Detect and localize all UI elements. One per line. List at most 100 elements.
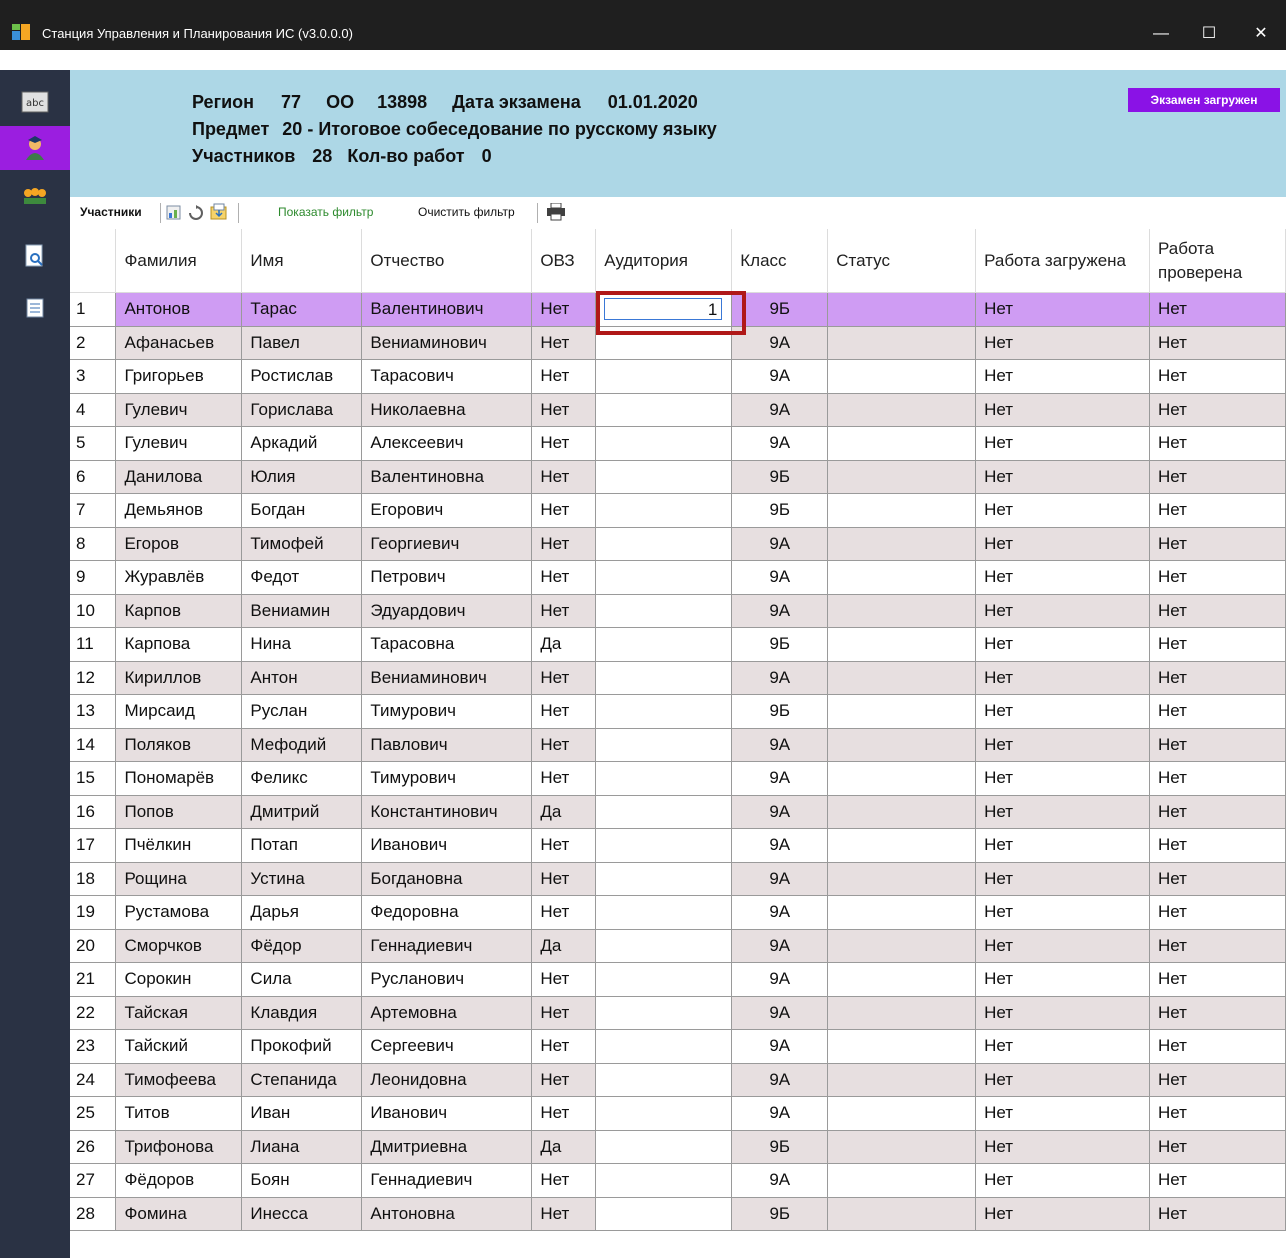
status-cell[interactable] [827, 292, 977, 327]
status-cell[interactable] [827, 1029, 977, 1064]
status-cell[interactable] [827, 929, 977, 963]
ovz-cell[interactable]: Да [531, 795, 597, 829]
name-cell[interactable]: Юлия [241, 460, 363, 494]
auditorium-cell[interactable] [595, 1029, 733, 1064]
column-header-patronymic[interactable]: Отчество [361, 229, 533, 293]
table-row[interactable]: 26 Трифонова Лиана Дмитриевна Да 9Б Нет Нет [70, 1130, 1286, 1164]
patronymic-cell[interactable]: Тимурович [361, 761, 533, 796]
auditorium-cell[interactable] [595, 996, 733, 1030]
column-header-ovz[interactable]: ОВЗ [531, 229, 597, 293]
class-cell[interactable]: 9А [731, 996, 829, 1030]
surname-cell[interactable]: Фёдоров [115, 1163, 243, 1198]
work-uploaded-cell[interactable]: Нет [975, 862, 1150, 896]
work-checked-cell[interactable]: Нет [1149, 292, 1286, 327]
table-row[interactable]: 6 Данилова Юлия Валентиновна Нет 9Б Нет Нет [70, 460, 1286, 494]
surname-cell[interactable]: Карпова [115, 627, 243, 662]
work-checked-cell[interactable]: Нет [1149, 728, 1286, 762]
patronymic-cell[interactable]: Федоровна [361, 895, 533, 930]
name-cell[interactable]: Сила [241, 962, 363, 997]
patronymic-cell[interactable]: Тимурович [361, 694, 533, 729]
table-row[interactable]: 13 Мирсаид Руслан Тимурович Нет 9Б Нет Нет [70, 694, 1286, 729]
status-cell[interactable] [827, 996, 977, 1030]
sidebar-item-abc[interactable]: abc [0, 80, 70, 124]
maximize-button[interactable]: ☐ [1186, 17, 1232, 50]
work-checked-cell[interactable]: Нет [1149, 493, 1286, 528]
work-checked-cell[interactable]: Нет [1149, 627, 1286, 662]
work-uploaded-cell[interactable]: Нет [975, 393, 1150, 427]
work-uploaded-cell[interactable]: Нет [975, 761, 1150, 796]
sidebar-item-groups[interactable] [0, 174, 70, 218]
patronymic-cell[interactable]: Дмитриевна [361, 1130, 533, 1164]
name-cell[interactable]: Тимофей [241, 527, 363, 561]
work-checked-cell[interactable]: Нет [1149, 795, 1286, 829]
work-uploaded-cell[interactable]: Нет [975, 1096, 1150, 1131]
auditorium-cell[interactable] [595, 1130, 733, 1164]
class-cell[interactable]: 9А [731, 761, 829, 796]
work-checked-cell[interactable]: Нет [1149, 1130, 1286, 1164]
ovz-cell[interactable]: Да [531, 1130, 597, 1164]
ovz-cell[interactable]: Нет [531, 1029, 597, 1064]
name-cell[interactable]: Фёдор [241, 929, 363, 963]
ovz-cell[interactable]: Нет [531, 828, 597, 863]
patronymic-cell[interactable]: Алексеевич [361, 426, 533, 461]
status-cell[interactable] [827, 359, 977, 394]
auditorium-cell[interactable] [595, 1096, 733, 1131]
work-checked-cell[interactable]: Нет [1149, 326, 1286, 360]
class-cell[interactable]: 9А [731, 828, 829, 863]
name-cell[interactable]: Мефодий [241, 728, 363, 762]
work-uploaded-cell[interactable]: Нет [975, 359, 1150, 394]
auditorium-cell[interactable] [595, 862, 733, 896]
minimize-button[interactable]: — [1138, 17, 1184, 50]
name-cell[interactable]: Богдан [241, 493, 363, 528]
work-checked-cell[interactable]: Нет [1149, 1029, 1286, 1064]
table-row[interactable]: 20 Сморчков Фёдор Геннадиевич Да 9А Нет Нет [70, 929, 1286, 963]
table-row[interactable]: 9 Журавлёв Федот Петрович Нет 9А Нет Нет [70, 560, 1286, 595]
work-checked-cell[interactable]: Нет [1149, 359, 1286, 394]
status-cell[interactable] [827, 493, 977, 528]
table-row[interactable]: 5 Гулевич Аркадий Алексеевич Нет 9А Нет Нет [70, 426, 1286, 461]
surname-cell[interactable]: Мирсаид [115, 694, 243, 729]
name-cell[interactable]: Потап [241, 828, 363, 863]
class-cell[interactable]: 9А [731, 728, 829, 762]
work-uploaded-cell[interactable]: Нет [975, 728, 1150, 762]
export-icon[interactable] [166, 205, 182, 221]
column-header-work-checked[interactable]: Работа проверена [1149, 229, 1286, 293]
auditorium-cell[interactable] [595, 627, 733, 662]
surname-cell[interactable]: Данилова [115, 460, 243, 494]
status-cell[interactable] [827, 895, 977, 930]
table-row[interactable]: 10 Карпов Вениамин Эдуардович Нет 9А Нет Нет [70, 594, 1286, 628]
refresh-icon[interactable] [188, 205, 204, 221]
ovz-cell[interactable]: Нет [531, 761, 597, 796]
table-row[interactable]: 22 Тайская Клавдия Артемовна Нет 9А Нет Нет [70, 996, 1286, 1030]
patronymic-cell[interactable]: Вениаминович [361, 661, 533, 695]
class-cell[interactable]: 9А [731, 661, 829, 695]
surname-cell[interactable]: Фомина [115, 1197, 243, 1231]
name-cell[interactable]: Руслан [241, 694, 363, 729]
column-header-work-uploaded[interactable]: Работа загружена [975, 229, 1150, 293]
status-cell[interactable] [827, 1063, 977, 1097]
name-cell[interactable]: Инесса [241, 1197, 363, 1231]
surname-cell[interactable]: Попов [115, 795, 243, 829]
work-uploaded-cell[interactable]: Нет [975, 694, 1150, 729]
work-uploaded-cell[interactable]: Нет [975, 1197, 1150, 1231]
auditorium-cell[interactable] [595, 828, 733, 863]
status-cell[interactable] [827, 761, 977, 796]
import-icon[interactable] [210, 203, 228, 221]
sidebar-item-participants[interactable] [0, 126, 70, 170]
work-checked-cell[interactable]: Нет [1149, 1063, 1286, 1097]
ovz-cell[interactable]: Нет [531, 1063, 597, 1097]
table-row[interactable]: 3 Григорьев Ростислав Тарасович Нет 9А Нет Нет [70, 359, 1286, 394]
class-cell[interactable]: 9Б [731, 694, 829, 729]
patronymic-cell[interactable]: Николаевна [361, 393, 533, 427]
name-cell[interactable]: Вениамин [241, 594, 363, 628]
surname-cell[interactable]: Гулевич [115, 426, 243, 461]
auditorium-cell[interactable] [595, 493, 733, 528]
work-uploaded-cell[interactable]: Нет [975, 1163, 1150, 1198]
work-uploaded-cell[interactable]: Нет [975, 895, 1150, 930]
status-cell[interactable] [827, 594, 977, 628]
status-cell[interactable] [827, 1096, 977, 1131]
name-cell[interactable]: Феликс [241, 761, 363, 796]
work-checked-cell[interactable]: Нет [1149, 661, 1286, 695]
work-checked-cell[interactable]: Нет [1149, 393, 1286, 427]
class-cell[interactable]: 9А [731, 527, 829, 561]
